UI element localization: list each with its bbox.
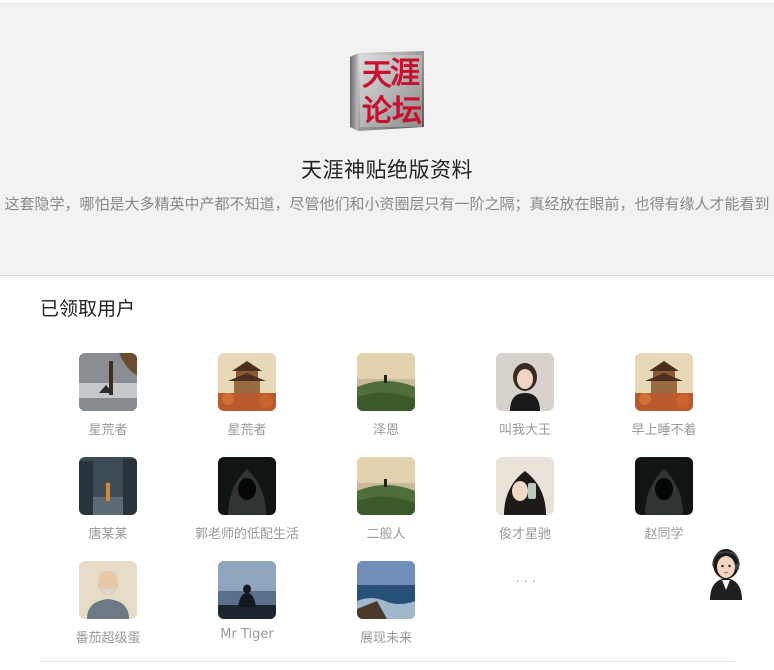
- page-description: 这套隐学，哪怕是大多精英中产都不知道，尽管他们和小资圈层只有一阶之隔；真经放在眼…: [4, 195, 770, 213]
- svg-text:坛: 坛: [392, 94, 422, 129]
- tianya-logo: 天 涯 论 坛: [350, 51, 424, 131]
- page-title: 天涯神贴绝版资料: [301, 158, 473, 182]
- user-name: 星荒者: [88, 423, 128, 438]
- divider: [40, 661, 735, 662]
- user-item[interactable]: 番茄超级蛋: [38, 561, 178, 657]
- user-item[interactable]: 俊才星驰: [455, 457, 595, 553]
- user-item[interactable]: 唐某某: [38, 457, 178, 553]
- user-name: 赵同学: [644, 527, 684, 542]
- svg-text:天: 天: [362, 58, 392, 93]
- city-street-avatar: [79, 457, 137, 515]
- more-users-button[interactable]: ···: [488, 575, 568, 590]
- user-name: 叫我大王: [498, 423, 551, 438]
- svg-text:涯: 涯: [390, 56, 420, 91]
- user-name: 二般人: [366, 527, 406, 542]
- misty-lake-avatar: [79, 353, 137, 411]
- section-title: 已领取用户: [40, 298, 136, 320]
- user-name: Mr Tiger: [220, 627, 274, 642]
- woman-portrait-avatar: [496, 353, 554, 411]
- pagoda-avatar: [218, 353, 276, 411]
- user-name: 番茄超级蛋: [75, 631, 141, 646]
- pagoda-avatar: [635, 353, 693, 411]
- user-item[interactable]: Mr Tiger: [177, 561, 317, 657]
- user-name: 早上睡不着: [631, 423, 697, 438]
- user-item[interactable]: 展现未来: [316, 561, 456, 657]
- user-name: 泽恩: [372, 423, 399, 438]
- seascape-avatar: [357, 561, 415, 619]
- customer-service-icon[interactable]: [704, 544, 748, 600]
- user-name: 郭老师的低配生活: [194, 527, 299, 542]
- old-man-avatar: [79, 561, 137, 619]
- user-item[interactable]: 叫我大王: [455, 353, 595, 449]
- user-name: 唐某某: [88, 527, 128, 542]
- user-name: 星荒者: [227, 423, 267, 438]
- hooded-figure-avatar: [635, 457, 693, 515]
- user-item[interactable]: 星荒者: [177, 353, 317, 449]
- user-item[interactable]: 泽恩: [316, 353, 456, 449]
- user-item[interactable]: 二般人: [316, 457, 456, 553]
- user-item[interactable]: 郭老师的低配生活: [177, 457, 317, 553]
- hooded-figure-avatar: [218, 457, 276, 515]
- user-item[interactable]: 赵同学: [594, 457, 734, 553]
- user-name: 展现未来: [359, 631, 412, 646]
- svg-text:论: 论: [362, 94, 393, 129]
- woman-phone-avatar: [496, 457, 554, 515]
- green-hill-avatar: [357, 353, 415, 411]
- user-item[interactable]: 星荒者: [38, 353, 178, 449]
- hero-banner: 天 涯 论 坛 天涯神贴绝版资料 这套隐学，哪怕是大多精英中产都不知道，尽管他们…: [0, 3, 774, 276]
- user-item[interactable]: 早上睡不着: [594, 353, 734, 449]
- user-name: 俊才星驰: [498, 527, 551, 542]
- sitting-silhouette-avatar: [218, 561, 276, 619]
- green-hill-avatar: [357, 457, 415, 515]
